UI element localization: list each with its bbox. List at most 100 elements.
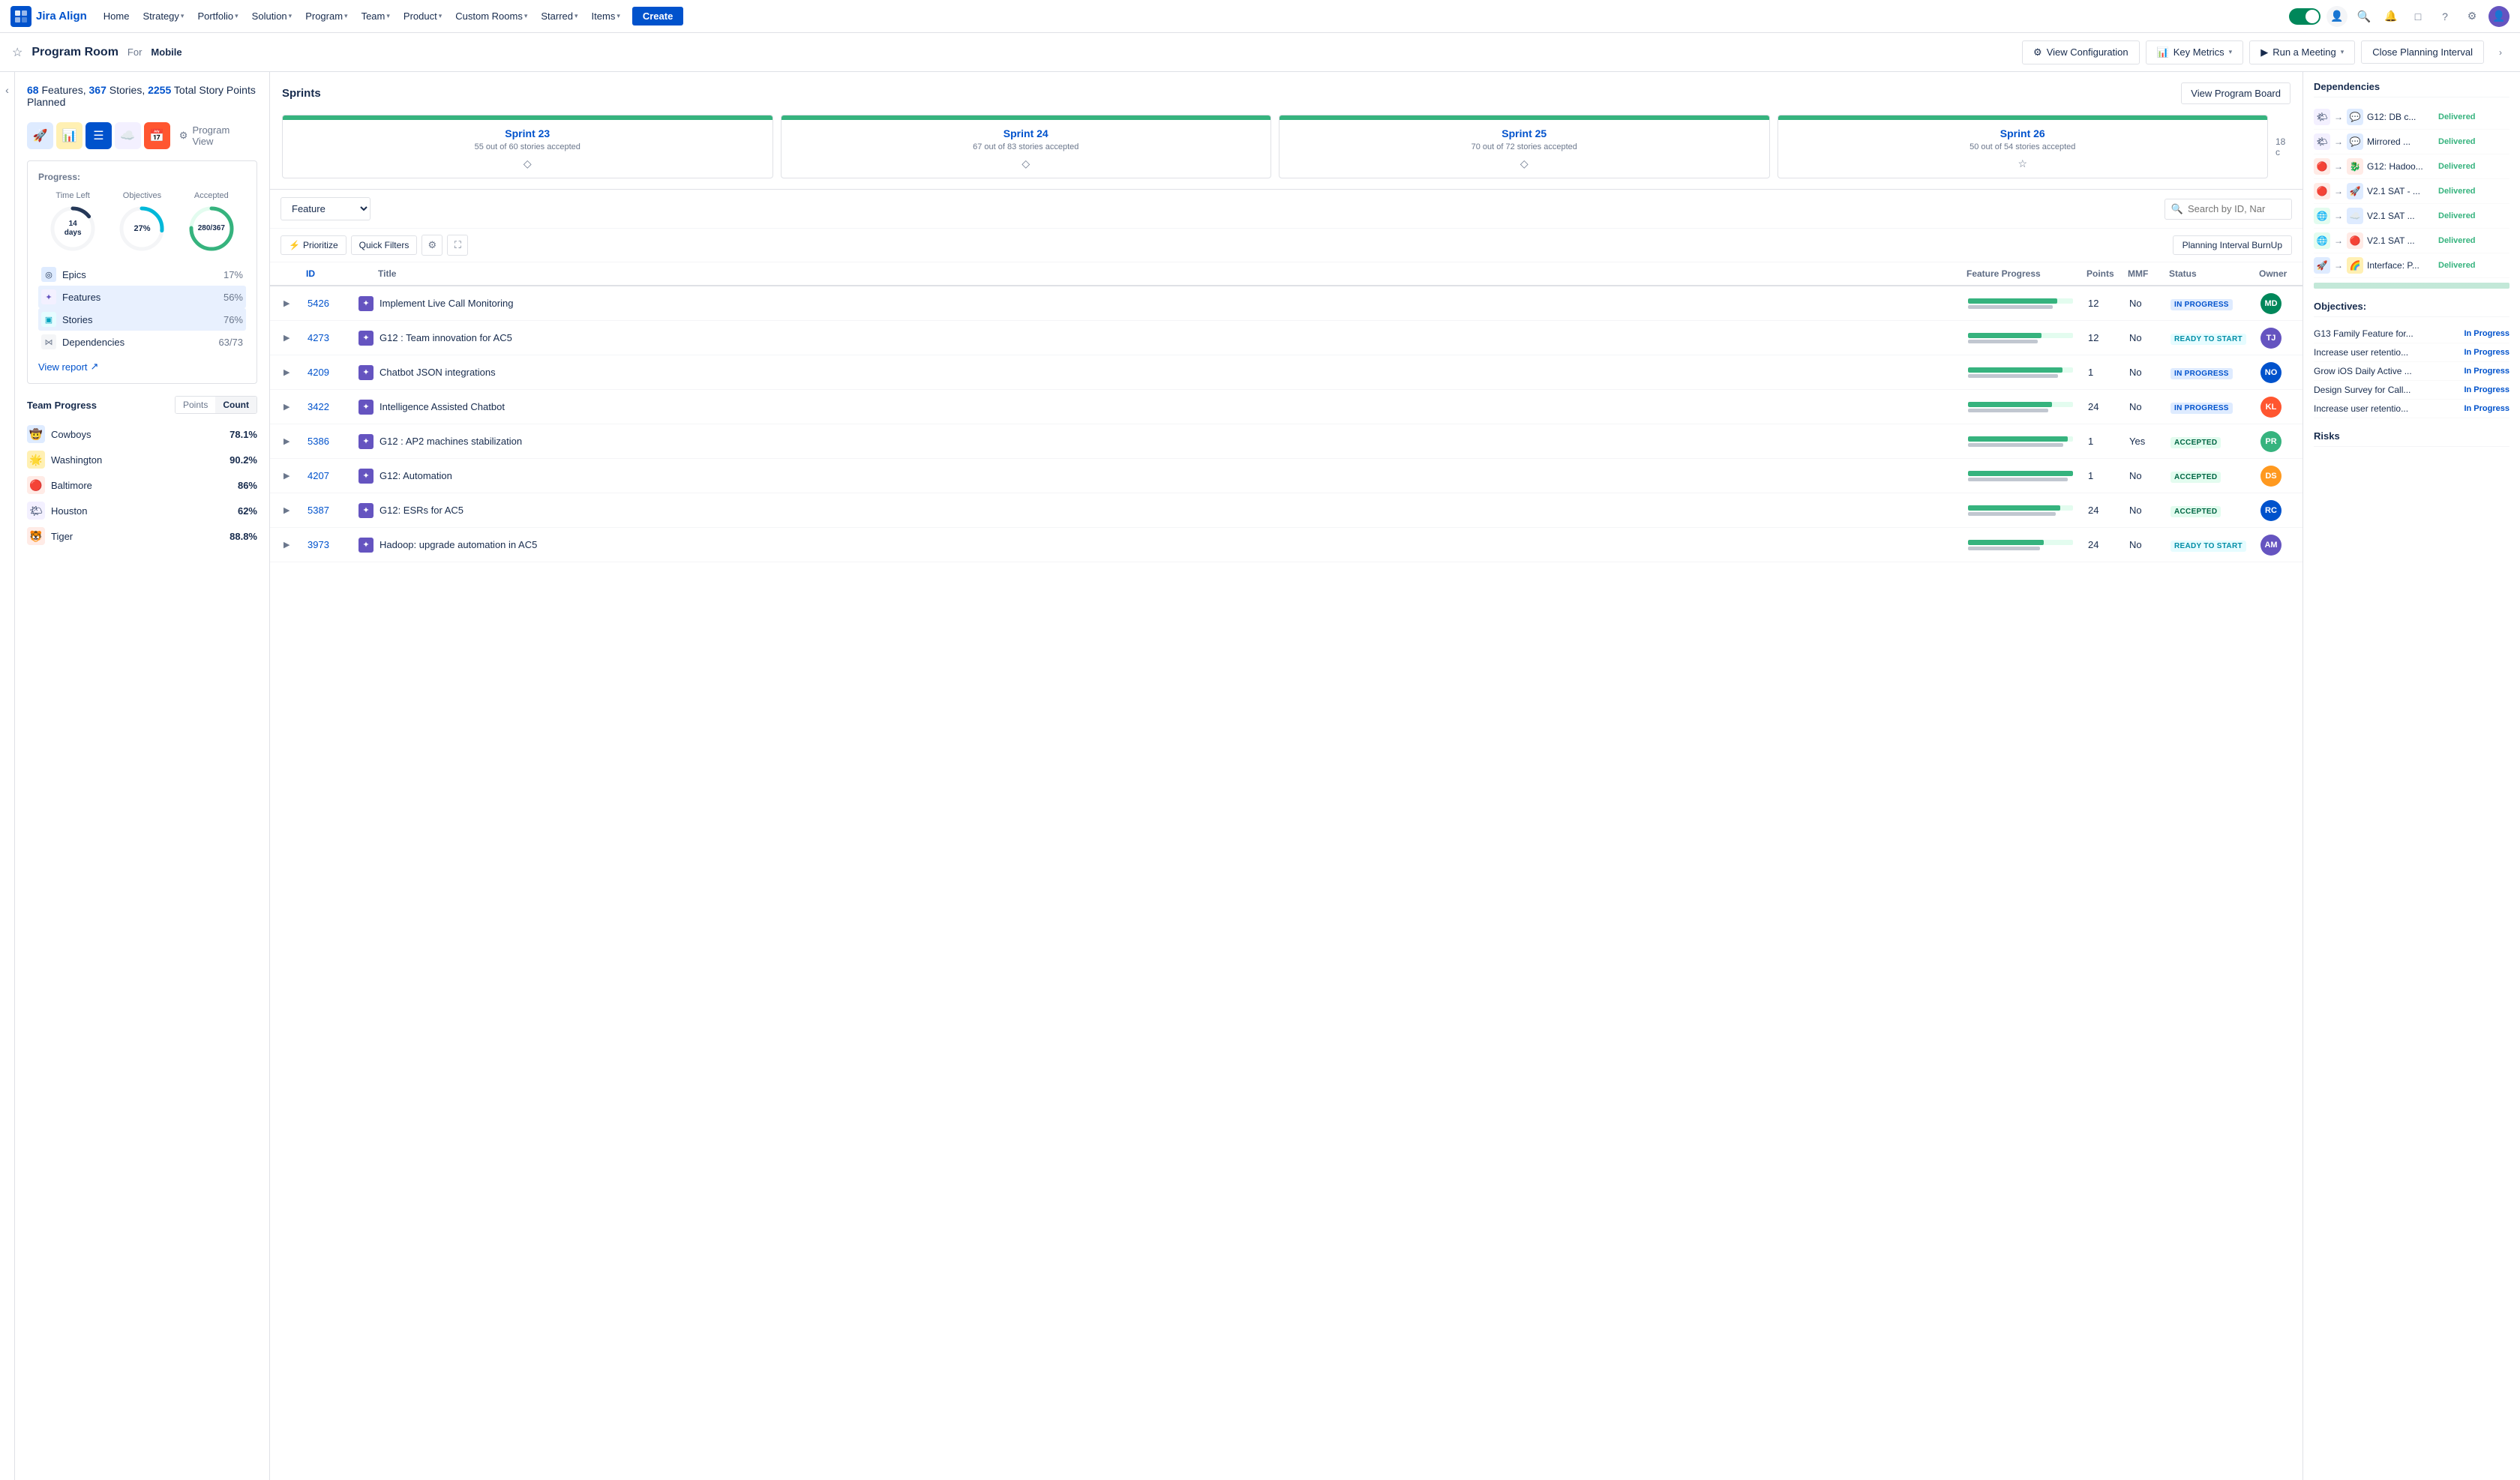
- close-planning-interval-button[interactable]: Close Planning Interval: [2361, 40, 2484, 64]
- sprint-25-diamond-icon[interactable]: ◇: [1520, 157, 1528, 170]
- nav-team[interactable]: Team▾: [356, 7, 396, 25]
- id-cell[interactable]: 4209: [303, 364, 356, 381]
- id-cell[interactable]: 4207: [303, 467, 356, 484]
- cloud-view-icon[interactable]: ☁️: [115, 122, 141, 149]
- view-configuration-button[interactable]: ⚙ View Configuration: [2022, 40, 2140, 64]
- prioritize-button[interactable]: ⚡ Prioritize: [280, 235, 346, 255]
- id-cell[interactable]: 3422: [303, 398, 356, 415]
- star-button[interactable]: ☆: [12, 45, 22, 60]
- sprint-25-card[interactable]: Sprint 25 70 out of 72 stories accepted …: [1279, 115, 1770, 178]
- feature-table-rows: ▶ 5426 ✦ Implement Live Call Monitoring …: [270, 286, 2302, 562]
- title-cell: Implement Live Call Monitoring: [375, 295, 1964, 312]
- feature-type-select[interactable]: Feature: [280, 197, 370, 220]
- features-progress[interactable]: ✦ Features 56%: [38, 286, 246, 308]
- sprint-23-diamond-icon[interactable]: ◇: [524, 157, 532, 170]
- owner-header[interactable]: Owner: [2256, 262, 2292, 285]
- count-tab[interactable]: Count: [215, 397, 256, 413]
- settings-icon[interactable]: ⚙: [2462, 6, 2482, 27]
- id-cell[interactable]: 5387: [303, 502, 356, 519]
- objective-item[interactable]: Grow iOS Daily Active ... In Progress: [2314, 362, 2510, 381]
- nav-solution[interactable]: Solution▾: [246, 7, 298, 25]
- theme-toggle[interactable]: [2289, 8, 2320, 25]
- feedback-icon[interactable]: □: [2408, 6, 2428, 27]
- expand-cell[interactable]: ▶: [280, 295, 303, 311]
- stories-progress[interactable]: ▣ Stories 76%: [38, 308, 246, 331]
- sidebar-expand-icon[interactable]: ›: [2493, 45, 2508, 60]
- id-cell[interactable]: 3973: [303, 536, 356, 553]
- title-header[interactable]: Title: [375, 262, 1964, 285]
- sprint-23-card[interactable]: Sprint 23 55 out of 60 stories accepted …: [282, 115, 773, 178]
- chart-view-icon[interactable]: 📊: [56, 122, 82, 149]
- objective-item[interactable]: Design Survey for Call... In Progress: [2314, 381, 2510, 400]
- search-icon[interactable]: 🔍: [2354, 6, 2374, 27]
- status-cell: IN PROGRESS: [2166, 364, 2256, 381]
- mmf-header[interactable]: MMF: [2125, 262, 2166, 285]
- search-input[interactable]: [2188, 203, 2285, 214]
- dependencies-progress[interactable]: ⋈ Dependencies 63/73: [38, 331, 246, 353]
- help-icon[interactable]: ?: [2434, 6, 2456, 27]
- view-program-board-button[interactable]: View Program Board: [2181, 82, 2290, 104]
- dependency-item[interactable]: 🔴 → 🚀 V2.1 SAT - ... Delivered: [2314, 179, 2510, 204]
- key-metrics-button[interactable]: 📊 Key Metrics ▾: [2146, 40, 2244, 64]
- program-view-button[interactable]: ⚙ Program View: [173, 120, 257, 151]
- sprint-25-name[interactable]: Sprint 25: [1287, 127, 1762, 139]
- nav-home[interactable]: Home: [98, 7, 136, 25]
- burnup-button[interactable]: Planning Interval BurnUp: [2173, 235, 2292, 255]
- expand-cell[interactable]: ▶: [280, 433, 303, 449]
- dependency-item[interactable]: 🌤 → 💬 G12: DB c... Delivered: [2314, 105, 2510, 130]
- dependency-item[interactable]: 🌐 → 🔴 V2.1 SAT ... Delivered: [2314, 229, 2510, 253]
- quick-filters-button[interactable]: Quick Filters: [351, 235, 418, 255]
- view-report-link[interactable]: View report ↗: [38, 361, 246, 373]
- dep-from-icon: 🌐: [2314, 232, 2330, 249]
- id-header[interactable]: ID: [303, 262, 356, 285]
- dependency-item[interactable]: 🚀 → 🌈 Interface: P... Delivered: [2314, 253, 2510, 278]
- sprint-23-name[interactable]: Sprint 23: [290, 127, 765, 139]
- progress-header[interactable]: Feature Progress: [1964, 262, 2084, 285]
- sprint-24-name[interactable]: Sprint 24: [789, 127, 1264, 139]
- list-view-icon[interactable]: ☰: [86, 122, 112, 149]
- dependency-item[interactable]: 🌐 → ☁️ V2.1 SAT ... Delivered: [2314, 204, 2510, 229]
- sprint-24-diamond-icon[interactable]: ◇: [1022, 157, 1030, 170]
- user-avatar[interactable]: 👤: [2488, 6, 2510, 27]
- expand-cell[interactable]: ▶: [280, 537, 303, 553]
- create-button[interactable]: Create: [632, 7, 683, 25]
- fullscreen-button[interactable]: ⛶: [447, 235, 468, 256]
- notification-icon[interactable]: 🔔: [2380, 6, 2402, 27]
- status-header[interactable]: Status: [2166, 262, 2256, 285]
- search-box[interactable]: 🔍: [2164, 199, 2292, 220]
- expand-cell[interactable]: ▶: [280, 364, 303, 380]
- dependency-item[interactable]: 🌤 → 💬 Mirrored ... Delivered: [2314, 130, 2510, 154]
- user-icon[interactable]: 👤: [2326, 6, 2348, 27]
- nav-product[interactable]: Product▾: [398, 7, 448, 25]
- expand-cell[interactable]: ▶: [280, 399, 303, 415]
- objective-item[interactable]: G13 Family Feature for... In Progress: [2314, 325, 2510, 343]
- expand-cell[interactable]: ▶: [280, 468, 303, 484]
- sprint-26-card[interactable]: Sprint 26 50 out of 54 stories accepted …: [1778, 115, 2269, 178]
- calendar-view-icon[interactable]: 📅: [144, 122, 170, 149]
- logo[interactable]: Jira Align: [10, 6, 87, 27]
- id-cell[interactable]: 4273: [303, 329, 356, 346]
- objective-item[interactable]: Increase user retentio... In Progress: [2314, 343, 2510, 362]
- dependency-item[interactable]: 🔴 → 🐉 G12: Hadoo... Delivered: [2314, 154, 2510, 179]
- objective-item[interactable]: Increase user retentio... In Progress: [2314, 400, 2510, 418]
- nav-portfolio[interactable]: Portfolio▾: [191, 7, 244, 25]
- run-meeting-button[interactable]: ▶ Run a Meeting ▾: [2249, 40, 2355, 64]
- expand-cell[interactable]: ▶: [280, 330, 303, 346]
- rocket-view-icon[interactable]: 🚀: [27, 122, 53, 149]
- nav-custom-rooms[interactable]: Custom Rooms▾: [449, 7, 533, 25]
- sidebar-toggle[interactable]: ‹: [0, 72, 15, 1480]
- expand-cell[interactable]: ▶: [280, 502, 303, 518]
- nav-items[interactable]: Items▾: [586, 7, 626, 25]
- nav-strategy[interactable]: Strategy▾: [136, 7, 190, 25]
- epics-progress[interactable]: ◎ Epics 17%: [38, 263, 246, 286]
- points-tab[interactable]: Points: [176, 397, 215, 413]
- sprint-24-card[interactable]: Sprint 24 67 out of 83 stories accepted …: [781, 115, 1272, 178]
- id-cell[interactable]: 5426: [303, 295, 356, 312]
- points-header[interactable]: Points: [2084, 262, 2125, 285]
- id-cell[interactable]: 5386: [303, 433, 356, 450]
- sprint-26-star-icon[interactable]: ☆: [2018, 157, 2027, 170]
- nav-starred[interactable]: Starred▾: [535, 7, 584, 25]
- gear-settings-button[interactable]: ⚙: [422, 235, 442, 256]
- nav-program[interactable]: Program▾: [299, 7, 353, 25]
- sprint-26-name[interactable]: Sprint 26: [1786, 127, 2260, 139]
